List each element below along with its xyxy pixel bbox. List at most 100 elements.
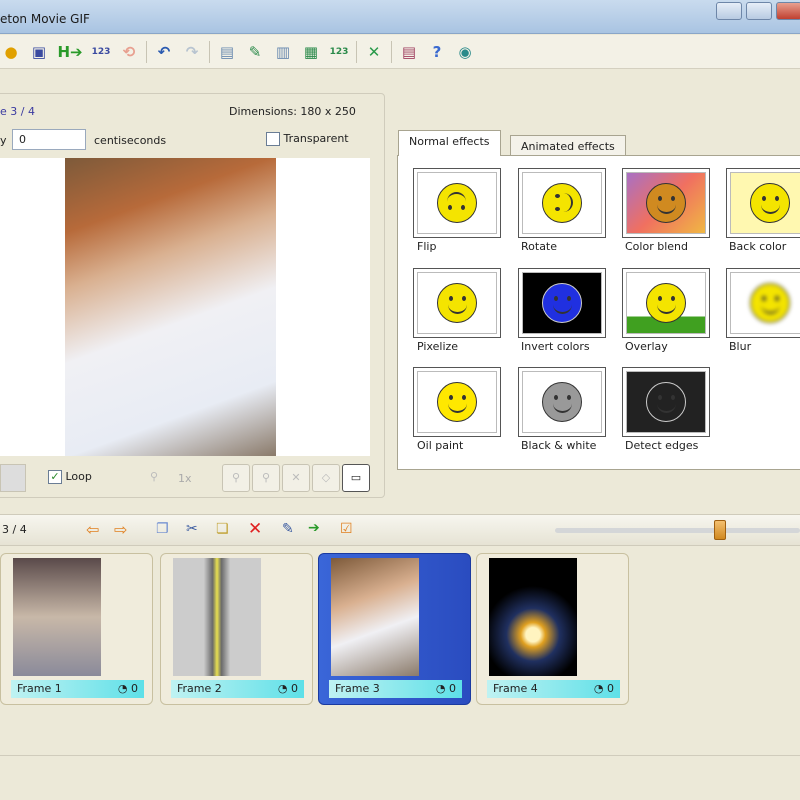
effect-label: Detect edges	[625, 439, 699, 452]
web-icon[interactable]: ◉	[454, 41, 476, 63]
smiley-icon	[646, 382, 686, 422]
loop-label: Loop	[65, 470, 92, 483]
effect-label: Pixelize	[417, 340, 459, 353]
frame-label: Frame 1	[17, 682, 62, 695]
insert-frame-icon[interactable]: ▥	[272, 41, 294, 63]
effect-pixelize[interactable]	[413, 268, 501, 338]
effect-oil-paint[interactable]	[413, 367, 501, 437]
effect-label: Color blend	[625, 240, 688, 253]
transparent-checkbox[interactable]: Transparent	[266, 132, 349, 146]
window-title: eton Movie GIF	[0, 12, 90, 26]
effect-label: Flip	[417, 240, 437, 253]
effect-flip[interactable]	[413, 168, 501, 238]
toolbar-separator	[391, 40, 392, 63]
tab-normal-effects[interactable]: Normal effects	[398, 130, 501, 156]
maximize-button[interactable]	[746, 2, 772, 20]
smiley-icon	[437, 183, 477, 223]
smiley-icon	[437, 283, 477, 323]
zoom-level: 1x	[178, 472, 192, 485]
frame-label: Frame 2	[177, 682, 222, 695]
frame-delay: ◔ 0	[117, 682, 138, 695]
replace-frame-icon[interactable]: ▦	[300, 41, 322, 63]
export-icon[interactable]: H➔	[56, 41, 84, 63]
copy-icon[interactable]: ❐	[156, 521, 169, 537]
save-icon[interactable]: ▣	[28, 41, 50, 63]
effect-label: Back color	[729, 240, 787, 253]
loop-icon[interactable]: ⟲	[118, 41, 140, 63]
open-icon[interactable]: ●	[0, 41, 22, 63]
move-right-icon[interactable]: ⇨	[114, 520, 127, 539]
delete-icon[interactable]: ✕	[248, 519, 262, 539]
frame-card-selected[interactable]: Frame 3 ◔ 0	[318, 553, 471, 705]
loop-checkbox[interactable]: ✓ Loop	[48, 470, 92, 484]
frame-delay: ◔ 0	[435, 682, 456, 695]
help-icon[interactable]: ?	[426, 41, 448, 63]
renumber-icon[interactable]: 123	[328, 41, 350, 63]
frame-card[interactable]: Frame 4 ◔ 0	[476, 553, 629, 705]
effect-blur[interactable]	[726, 268, 800, 338]
effect-overlay[interactable]	[622, 268, 710, 338]
cut-icon[interactable]: ✂	[186, 521, 198, 537]
frame-thumbnail	[173, 558, 261, 676]
frame-caption: Frame 2 ◔ 0	[171, 680, 304, 698]
smiley-icon	[750, 183, 790, 223]
smiley-icon	[542, 382, 582, 422]
delay-input[interactable]: 0	[12, 129, 86, 150]
properties-icon[interactable]: ☑	[340, 521, 353, 537]
effect-label: Black & white	[521, 439, 597, 452]
delay-label: y	[0, 134, 7, 147]
frame-thumbnail	[13, 558, 101, 676]
effect-label: Invert colors	[521, 340, 590, 353]
frame-label: Frame 4	[493, 682, 538, 695]
frame-label: Frame 3	[335, 682, 380, 695]
frame-card[interactable]: Frame 2 ◔ 0	[160, 553, 313, 705]
frame-label: e 3 / 4	[0, 105, 35, 118]
smiley-icon	[750, 283, 790, 323]
effect-label: Oil paint	[417, 439, 464, 452]
toolbar-separator	[356, 40, 357, 63]
thumbnail-size-slider[interactable]	[555, 528, 800, 533]
effect-color-blend[interactable]	[622, 168, 710, 238]
frame-caption: Frame 3 ◔ 0	[329, 680, 462, 698]
effect-back-color[interactable]	[726, 168, 800, 238]
redo-icon[interactable]: ↷	[181, 41, 203, 63]
dimensions-label: Dimensions: 180 x 250	[229, 105, 356, 118]
effect-detect-edges[interactable]	[622, 367, 710, 437]
frame-card[interactable]: Frame 1 ◔ 0	[0, 553, 153, 705]
status-bar	[0, 755, 800, 800]
frame-counter: 3 / 4	[2, 523, 27, 536]
effect-rotate[interactable]	[518, 168, 606, 238]
frame-caption: Frame 1 ◔ 0	[11, 680, 144, 698]
effect-black-white[interactable]	[518, 367, 606, 437]
edit-frame-icon[interactable]: ✎	[244, 41, 266, 63]
resize-icon[interactable]: ✕	[363, 41, 385, 63]
frame-thumbnail	[489, 558, 577, 676]
edit-icon[interactable]: ✎	[282, 521, 294, 537]
zoom-in-button[interactable]: ⚲	[222, 464, 250, 492]
settings-icon[interactable]: ▤	[398, 41, 420, 63]
effect-invert-colors[interactable]	[518, 268, 606, 338]
frame-image	[65, 158, 276, 456]
move-left-icon[interactable]: ⇦	[86, 520, 99, 539]
frame-delay: ◔ 0	[277, 682, 298, 695]
paste-icon[interactable]: ❏	[216, 521, 229, 537]
add-frame-icon[interactable]: ▤	[216, 41, 238, 63]
effect-label: Overlay	[625, 340, 668, 353]
smiley-icon	[646, 283, 686, 323]
slider-thumb[interactable]	[714, 520, 726, 540]
effect-label: Rotate	[521, 240, 558, 253]
stop-button[interactable]	[0, 464, 26, 492]
center-button[interactable]: ◇	[312, 464, 340, 492]
effect-label: Blur	[729, 340, 752, 353]
frame-caption: Frame 4 ◔ 0	[487, 680, 620, 698]
numbering-icon[interactable]: 123	[90, 41, 112, 63]
preview-mode-button[interactable]: ▭	[342, 464, 370, 492]
minimize-button[interactable]	[716, 2, 742, 20]
undo-icon[interactable]: ↶	[153, 41, 175, 63]
close-button[interactable]	[776, 2, 800, 20]
zoom-out-button[interactable]: ⚲	[252, 464, 280, 492]
title-bar: eton Movie GIF	[0, 0, 800, 34]
fit-button[interactable]: ✕	[282, 464, 310, 492]
export-frame-icon[interactable]: ➔	[308, 520, 320, 536]
frame-delay: ◔ 0	[593, 682, 614, 695]
